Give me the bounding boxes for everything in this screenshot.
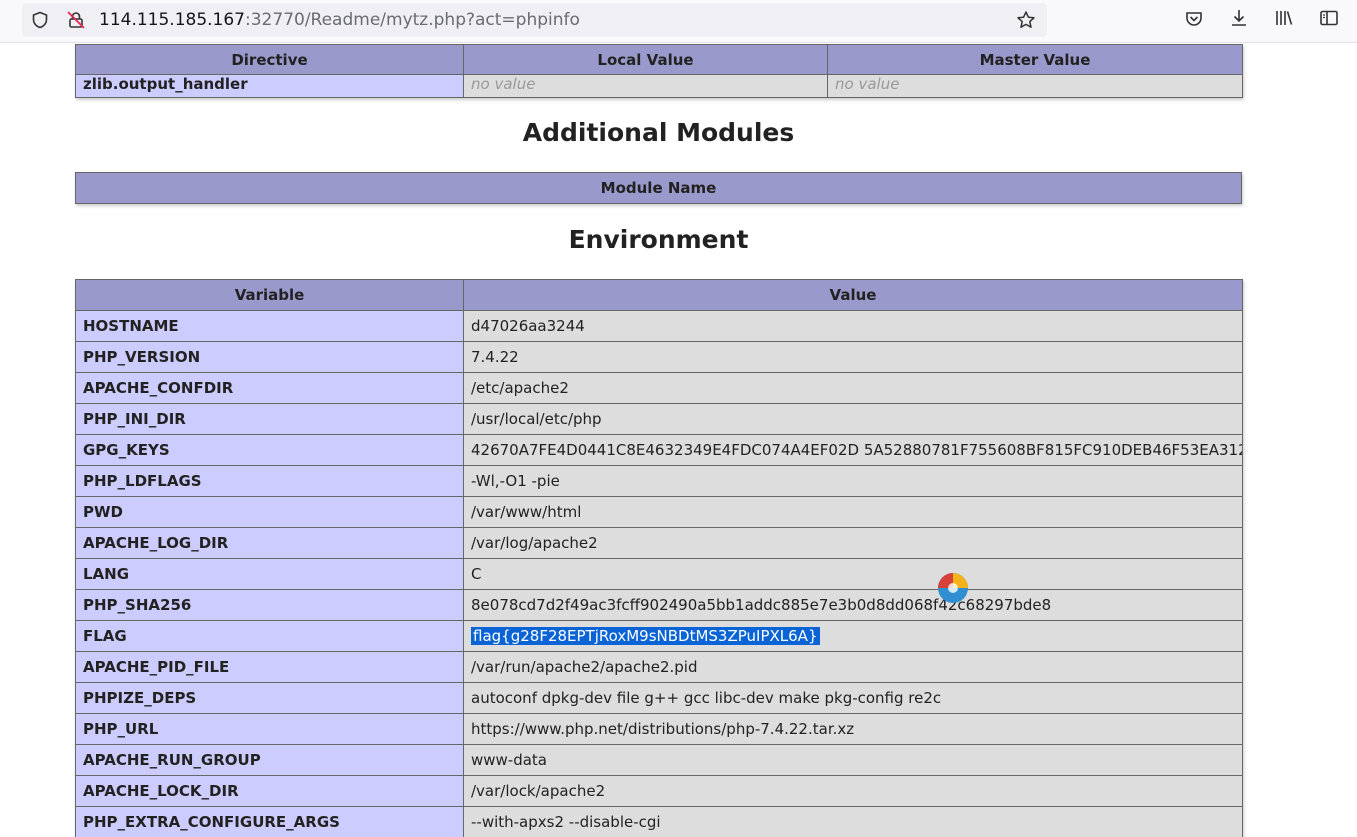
env-variable-name: FLAG: [75, 620, 464, 652]
env-variable-value: /var/www/html: [463, 496, 1243, 528]
table-row: APACHE_RUN_GROUP www-data: [75, 744, 1243, 776]
header-master-value: Master Value: [827, 44, 1243, 75]
env-variable-name: LANG: [75, 558, 464, 590]
env-variable-name: PHPIZE_DEPS: [75, 682, 464, 714]
env-variable-value: d47026aa3244: [463, 310, 1243, 342]
env-variable-value: /var/lock/apache2: [463, 775, 1243, 807]
table-row: APACHE_LOCK_DIR/var/lock/apache2: [75, 775, 1243, 807]
env-variable-value: -Wl,-O1 -pie: [463, 465, 1243, 497]
env-variable-name: PHP_VERSION: [75, 341, 464, 373]
env-variable-value: 7.4.22: [463, 341, 1243, 373]
table-row: HOSTNAME d47026aa3244: [75, 310, 1243, 342]
table-row: APACHE_LOG_DIR/var/log/apache2: [75, 527, 1243, 559]
local-value: no value: [471, 75, 536, 94]
env-variable-name: GPG_KEYS: [75, 434, 464, 466]
env-variable-value-cell: flag{g28F28EPTjRoxM9sNBDtMS3ZPuIPXL6A}: [463, 620, 1243, 652]
table-row: zlib.output_handler no value no value: [75, 74, 1243, 98]
env-variable-value: www-data: [463, 744, 1243, 776]
env-variable-name: PHP_INI_DIR: [75, 403, 464, 435]
selected-flag-value[interactable]: flag{g28F28EPTjRoxM9sNBDtMS3ZPuIPXL6A}: [471, 627, 820, 645]
env-variable-value: --with-apxs2 --disable-cgi: [463, 806, 1243, 837]
table-row: APACHE_PID_FILE/var/run/apache2/apache2.…: [75, 651, 1243, 683]
master-value: no value: [835, 75, 900, 94]
env-variable-value: /var/run/apache2/apache2.pid: [463, 651, 1243, 683]
env-variable-name: APACHE_RUN_GROUP: [75, 744, 464, 776]
table-row: PHP_URL https://www.php.net/distributions…: [75, 713, 1243, 745]
env-variable-name: HOSTNAME: [75, 310, 464, 342]
table-row: GPG_KEYS 42670A7FE4D0441C8E4632349E4FDC07…: [75, 434, 1243, 466]
env-variable-value: https://www.php.net/distributions/php-7.…: [463, 713, 1243, 745]
pocket-icon[interactable]: [1183, 8, 1205, 30]
url-bar[interactable]: 114.115.185.167:32770/Readme/mytz.php?ac…: [22, 3, 1047, 37]
page-content: Directive Local Value Master Value zlib.…: [0, 43, 1357, 837]
url-text[interactable]: 114.115.185.167:32770/Readme/mytz.php?ac…: [99, 10, 580, 30]
table-row: PHP_INI_DIR/usr/local/etc/php: [75, 403, 1243, 435]
table-row: LANG C: [75, 558, 1243, 590]
url-host: 114.115.185.167: [99, 10, 246, 30]
env-variable-value: C: [463, 558, 1243, 590]
directive-table: Directive Local Value Master Value zlib.…: [75, 44, 1243, 98]
table-header-row: Module Name: [75, 172, 1242, 204]
env-variable-name: PHP_SHA256: [75, 589, 464, 621]
table-header-row: Directive Local Value Master Value: [75, 44, 1243, 75]
table-row: PHP_SHA256 8e078cd7d2f49ac3fcff902490a5bb…: [75, 589, 1243, 621]
env-variable-value: autoconf dpkg-dev file g++ gcc libc-dev …: [463, 682, 1243, 714]
env-variable-name: APACHE_PID_FILE: [75, 651, 464, 683]
env-variable-name: PWD: [75, 496, 464, 528]
directive-name: zlib.output_handler: [75, 74, 464, 98]
env-variable-value: /usr/local/etc/php: [463, 403, 1243, 435]
header-module-name: Module Name: [75, 172, 1242, 204]
env-variable-value: 8e078cd7d2f49ac3fcff902490a5bb1addc885e7…: [463, 589, 1243, 621]
env-variable-name: PHP_URL: [75, 713, 464, 745]
env-variable-name: PHP_EXTRA_CONFIGURE_ARGS: [75, 806, 464, 837]
table-row: PHP_LDFLAGS -Wl,-O1 -pie: [75, 465, 1243, 497]
header-variable: Variable: [75, 279, 464, 311]
header-directive: Directive: [75, 44, 464, 75]
table-row: PHP_VERSION 7.4.22: [75, 341, 1243, 373]
table-header-row: Variable Value: [75, 279, 1243, 311]
table-row: PHP_EXTRA_CONFIGURE_ARGS --with-apxs2 --d…: [75, 806, 1243, 837]
floating-extension-icon[interactable]: [936, 571, 970, 605]
url-path: :32770/Readme/mytz.php?act=phpinfo: [245, 10, 580, 30]
section-title-environment: Environment: [568, 225, 749, 254]
download-icon[interactable]: [1228, 7, 1250, 29]
env-variable-name: PHP_LDFLAGS: [75, 465, 464, 497]
environment-table: Variable Value HOSTNAME d47026aa3244 PHP_V…: [75, 279, 1243, 837]
table-row: FLAG flag{g28F28EPTjRoxM9sNBDtMS3ZPuIPXL6…: [75, 620, 1243, 652]
shield-icon[interactable]: [30, 10, 50, 30]
header-local-value: Local Value: [463, 44, 828, 75]
env-variable-name: APACHE_CONFDIR: [75, 372, 464, 404]
env-variable-name: APACHE_LOG_DIR: [75, 527, 464, 559]
sidebar-icon[interactable]: [1318, 7, 1340, 29]
modules-table: Module Name: [75, 172, 1242, 204]
table-row: PWD/var/www/html: [75, 496, 1243, 528]
table-row: PHPIZE_DEPS autoconf dpkg-dev file g++ gc…: [75, 682, 1243, 714]
env-variable-value: /etc/apache2: [463, 372, 1243, 404]
insecure-lock-icon[interactable]: [65, 9, 87, 31]
table-row: APACHE_CONFDIR/etc/apache2: [75, 372, 1243, 404]
section-title-additional-modules: Additional Modules: [522, 118, 795, 147]
env-variable-value: 42670A7FE4D0441C8E4632349E4FDC074A4EF02D…: [463, 434, 1243, 466]
env-variable-name: APACHE_LOCK_DIR: [75, 775, 464, 807]
browser-toolbar: 114.115.185.167:32770/Readme/mytz.php?ac…: [0, 0, 1357, 43]
bookmark-star-icon[interactable]: [1015, 9, 1037, 31]
env-variable-value: /var/log/apache2: [463, 527, 1243, 559]
header-value: Value: [463, 279, 1243, 311]
library-icon[interactable]: [1273, 7, 1295, 29]
